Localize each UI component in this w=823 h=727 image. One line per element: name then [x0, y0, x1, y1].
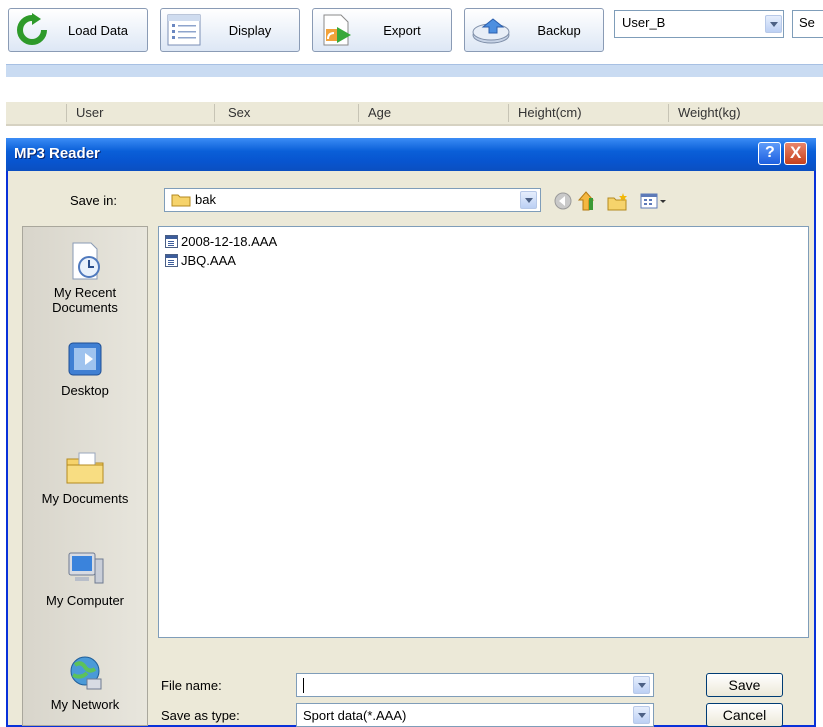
save-in-select[interactable]: bak — [164, 188, 541, 212]
place-desktop[interactable]: Desktop — [23, 339, 147, 398]
secondary-select-value: Se — [799, 15, 815, 30]
place-label: Desktop — [61, 383, 109, 398]
secondary-select[interactable]: Se — [792, 10, 823, 38]
folder-icon — [171, 193, 191, 210]
place-label: My Network — [50, 697, 120, 712]
load-data-button[interactable]: Load Data — [8, 8, 148, 52]
file-name-field[interactable] — [296, 673, 654, 697]
column-header-user[interactable]: User — [76, 105, 103, 120]
chevron-down-icon[interactable] — [765, 15, 782, 33]
export-icon — [319, 13, 353, 47]
chevron-down-icon[interactable] — [633, 706, 650, 724]
place-label: My Recent — [53, 285, 117, 300]
file-item[interactable]: JBQ.AAA — [165, 251, 236, 269]
column-divider[interactable] — [508, 104, 509, 122]
export-button[interactable]: Export — [312, 8, 452, 52]
user-select-value: User_B — [622, 15, 666, 30]
list-view-icon — [167, 13, 201, 47]
dialog-title: MP3 Reader — [14, 145, 100, 162]
load-data-label: Load Data — [68, 22, 128, 38]
data-table: User Sex Age Height(cm) Weight(kg) — [0, 96, 823, 136]
refresh-icon — [15, 13, 49, 47]
dialog-title-bar[interactable]: MP3 Reader ? X — [6, 138, 816, 171]
help-button[interactable]: ? — [758, 142, 781, 165]
display-label: Display — [228, 22, 272, 38]
column-header-weight[interactable]: Weight(kg) — [678, 105, 741, 120]
save-in-value: bak — [195, 192, 216, 207]
my-network-icon — [65, 653, 105, 693]
place-my-computer[interactable]: My Computer — [23, 549, 147, 608]
file-name: JBQ.AAA — [181, 252, 236, 268]
places-bar: My Recent Documents Desktop My Documents… — [22, 226, 148, 726]
save-as-type-label: Save as type: — [161, 708, 240, 723]
column-header-height[interactable]: Height(cm) — [518, 105, 582, 120]
save-as-type-value: Sport data(*.AAA) — [303, 708, 407, 723]
table-header: User Sex Age Height(cm) Weight(kg) — [6, 102, 823, 126]
column-header-sex[interactable]: Sex — [228, 105, 250, 120]
view-menu-icon[interactable] — [640, 193, 666, 209]
column-divider[interactable] — [668, 104, 669, 122]
export-label: Export — [383, 22, 421, 38]
back-icon[interactable] — [554, 192, 572, 210]
file-name: 2008-12-18.AAA — [181, 233, 278, 249]
backup-icon — [471, 13, 515, 47]
close-icon: X — [790, 143, 802, 162]
chevron-down-icon[interactable] — [633, 676, 650, 694]
column-divider[interactable] — [214, 104, 215, 122]
up-folder-icon[interactable] — [577, 191, 595, 211]
new-folder-icon[interactable] — [607, 193, 627, 211]
place-my-recent-documents[interactable]: My Recent Documents — [23, 241, 147, 315]
place-label: My Computer — [45, 593, 125, 608]
backup-label: Backup — [537, 22, 581, 38]
my-computer-icon — [65, 549, 105, 589]
cancel-button[interactable]: Cancel — [706, 703, 783, 727]
app-toolbar: Load Data Display Export Backup User_B S… — [0, 0, 823, 77]
toolbar-divider — [6, 64, 823, 77]
file-item[interactable]: 2008-12-18.AAA — [165, 232, 277, 250]
desktop-icon — [65, 339, 105, 379]
close-button[interactable]: X — [784, 142, 807, 165]
file-icon — [165, 234, 178, 248]
save-button[interactable]: Save — [706, 673, 783, 697]
place-my-network[interactable]: My Network — [23, 653, 147, 712]
save-in-label: Save in: — [70, 193, 117, 208]
display-button[interactable]: Display — [160, 8, 300, 52]
help-icon: ? — [765, 144, 775, 161]
column-header-age[interactable]: Age — [368, 105, 391, 120]
place-label: My Documents — [41, 491, 129, 506]
recent-documents-icon — [65, 241, 105, 281]
file-list[interactable]: 2008-12-18.AAA JBQ.AAA — [158, 226, 809, 638]
navigation-toolbar — [553, 190, 703, 212]
my-documents-icon — [65, 447, 105, 487]
place-my-documents[interactable]: My Documents — [23, 447, 147, 506]
file-name-label: File name: — [161, 678, 222, 693]
backup-button[interactable]: Backup — [464, 8, 604, 52]
column-divider[interactable] — [358, 104, 359, 122]
user-select[interactable]: User_B — [614, 10, 784, 38]
chevron-down-icon[interactable] — [520, 191, 537, 209]
text-cursor — [303, 678, 304, 693]
place-label: Documents — [52, 300, 118, 315]
file-icon — [165, 253, 178, 267]
column-divider[interactable] — [66, 104, 67, 122]
save-as-type-select[interactable]: Sport data(*.AAA) — [296, 703, 654, 727]
save-dialog: MP3 Reader ? X Save in: bak My Recent Do… — [6, 138, 816, 727]
